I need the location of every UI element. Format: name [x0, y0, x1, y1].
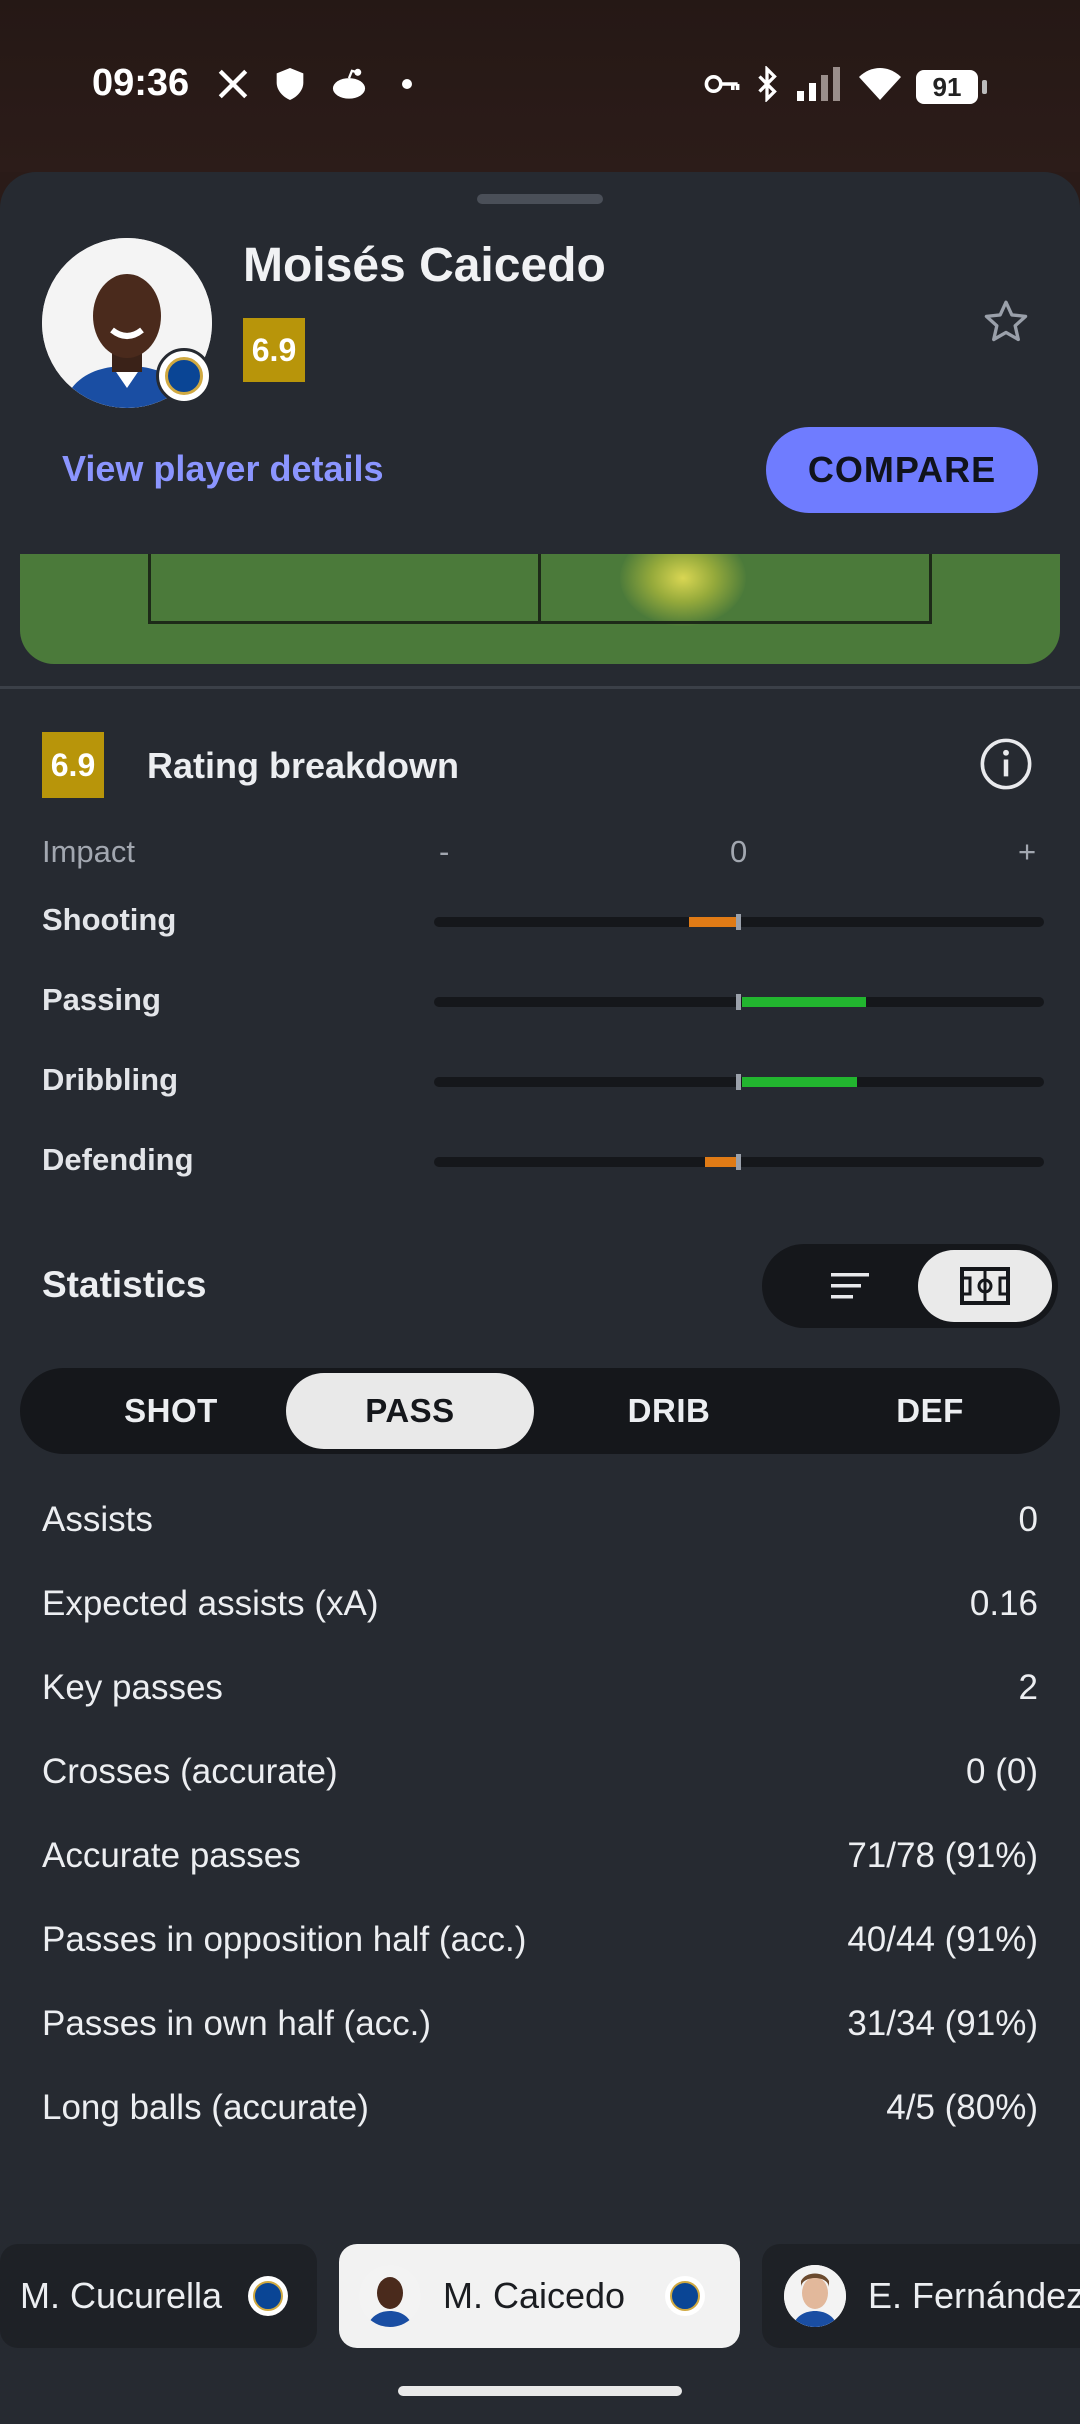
- player-carousel: M. Cucurella M. Caicedo E. Fernández: [0, 2244, 1080, 2350]
- stat-label: Passes in own half (acc.): [42, 2004, 432, 2043]
- player-name: Moisés Caicedo: [243, 239, 606, 292]
- player-card-avatar: [359, 2265, 421, 2327]
- stat-row: Passes in opposition half (acc.) 40/44 (9…: [42, 1910, 1038, 1970]
- stat-value: 40/44 (91%): [847, 1920, 1038, 1959]
- vpn-key-icon: [702, 64, 742, 104]
- stat-value: 0: [1018, 1500, 1038, 1539]
- wifi-icon: [856, 64, 904, 104]
- metric-label-shooting: Shooting: [42, 902, 177, 937]
- player-card-fernandez[interactable]: E. Fernández: [762, 2244, 1080, 2348]
- player-card-cucurella[interactable]: M. Cucurella: [0, 2244, 317, 2348]
- impact-bar-fill: [705, 1157, 738, 1167]
- sheet-grabber[interactable]: [477, 194, 603, 204]
- stat-row: Expected assists (xA) 0.16: [42, 1574, 1038, 1634]
- club-badge: [156, 348, 212, 404]
- stat-label: Crosses (accurate): [42, 1752, 338, 1791]
- stat-label: Key passes: [42, 1668, 223, 1707]
- impact-axis-minus: -: [439, 834, 450, 869]
- impact-axis-plus: +: [1018, 834, 1037, 869]
- info-icon[interactable]: [978, 736, 1034, 792]
- stats-view-toggle: [762, 1244, 1058, 1328]
- impact-bar-fill: [742, 997, 866, 1007]
- stat-row: Long balls (accurate) 4/5 (80%): [42, 2078, 1038, 2138]
- impact-bar-zero-marker: [736, 994, 741, 1010]
- stat-label: Accurate passes: [42, 1836, 301, 1875]
- metric-label-defending: Defending: [42, 1142, 194, 1177]
- status-time: 09:36: [92, 62, 190, 104]
- shield-icon: [270, 64, 310, 104]
- statistics-title: Statistics: [42, 1264, 207, 1305]
- tab-pass[interactable]: PASS: [286, 1373, 534, 1449]
- impact-bar-dribbling: [434, 1074, 1044, 1090]
- stat-row: Key passes 2: [42, 1658, 1038, 1718]
- stat-row: Assists 0: [42, 1490, 1038, 1550]
- tab-drib[interactable]: DRIB: [545, 1373, 793, 1449]
- compare-button[interactable]: COMPARE: [766, 427, 1038, 513]
- pitch-view-icon[interactable]: [918, 1250, 1052, 1322]
- stat-value: 2: [1018, 1668, 1038, 1707]
- section-divider: [0, 686, 1080, 689]
- impact-bar-defending: [434, 1154, 1044, 1170]
- status-bar: 09:36 91: [0, 0, 1080, 172]
- notification-dot-icon: [398, 64, 416, 104]
- tab-def[interactable]: DEF: [806, 1373, 1054, 1449]
- bluetooth-icon: [752, 64, 782, 104]
- stat-row: Accurate passes 71/78 (91%): [42, 1826, 1038, 1886]
- player-card-avatar: [784, 2265, 846, 2327]
- battery-level: 91: [932, 71, 962, 102]
- stat-category-tabs: SHOT PASS DRIB DEF: [20, 1368, 1060, 1454]
- tab-shot[interactable]: SHOT: [47, 1373, 295, 1449]
- stat-label: Expected assists (xA): [42, 1584, 379, 1623]
- stat-value: 0.16: [969, 1584, 1038, 1623]
- club-badge-icon: [248, 2276, 289, 2316]
- stat-row: Passes in own half (acc.) 31/34 (91%): [42, 1994, 1038, 2054]
- favorite-star-icon[interactable]: [976, 292, 1036, 352]
- impact-axis-zero: 0: [730, 834, 748, 869]
- player-card-caicedo[interactable]: M. Caicedo: [339, 2244, 740, 2348]
- player-card-name: E. Fernández: [868, 2275, 1080, 2316]
- reddit-icon: [328, 64, 370, 104]
- impact-bar-zero-marker: [736, 1154, 741, 1170]
- player-card-name: M. Caicedo: [443, 2275, 626, 2316]
- metric-label-passing: Passing: [42, 982, 161, 1017]
- breakdown-rating-badge: 6.9: [42, 732, 104, 798]
- signal-icon: [796, 64, 844, 104]
- stat-label: Passes in opposition half (acc.): [42, 1920, 527, 1959]
- player-sheet: Moisés Caicedo 6.9 View player details C…: [0, 172, 1080, 2424]
- battery-icon: 91: [916, 70, 987, 104]
- impact-axis-label: Impact: [42, 834, 136, 869]
- x-icon: [213, 64, 253, 104]
- stat-value: 71/78 (91%): [847, 1836, 1038, 1875]
- impact-bar-shooting: [434, 914, 1044, 930]
- heatmap-pitch: [20, 554, 1060, 664]
- stat-label: Assists: [42, 1500, 153, 1539]
- stat-row: Crosses (accurate) 0 (0): [42, 1742, 1038, 1802]
- stat-value: 0 (0): [966, 1752, 1038, 1791]
- player-rating-badge: 6.9: [243, 318, 305, 382]
- impact-bar-fill: [742, 1077, 858, 1087]
- metric-label-dribbling: Dribbling: [42, 1062, 179, 1097]
- rating-breakdown-title: Rating breakdown: [147, 745, 460, 786]
- pitch-halfway-line: [538, 554, 541, 624]
- club-badge-icon: [665, 2276, 706, 2316]
- home-indicator[interactable]: [398, 2386, 682, 2396]
- view-player-details-link[interactable]: View player details: [62, 448, 384, 490]
- stat-value: 4/5 (80%): [886, 2088, 1038, 2127]
- impact-bar-zero-marker: [736, 1074, 741, 1090]
- player-card-name: M. Cucurella: [20, 2275, 223, 2316]
- list-view-icon[interactable]: [784, 1250, 918, 1322]
- impact-bar-passing: [434, 994, 1044, 1010]
- stat-value: 31/34 (91%): [847, 2004, 1038, 2043]
- stat-label: Long balls (accurate): [42, 2088, 369, 2127]
- impact-bar-zero-marker: [736, 914, 741, 930]
- impact-bar-fill: [688, 917, 738, 927]
